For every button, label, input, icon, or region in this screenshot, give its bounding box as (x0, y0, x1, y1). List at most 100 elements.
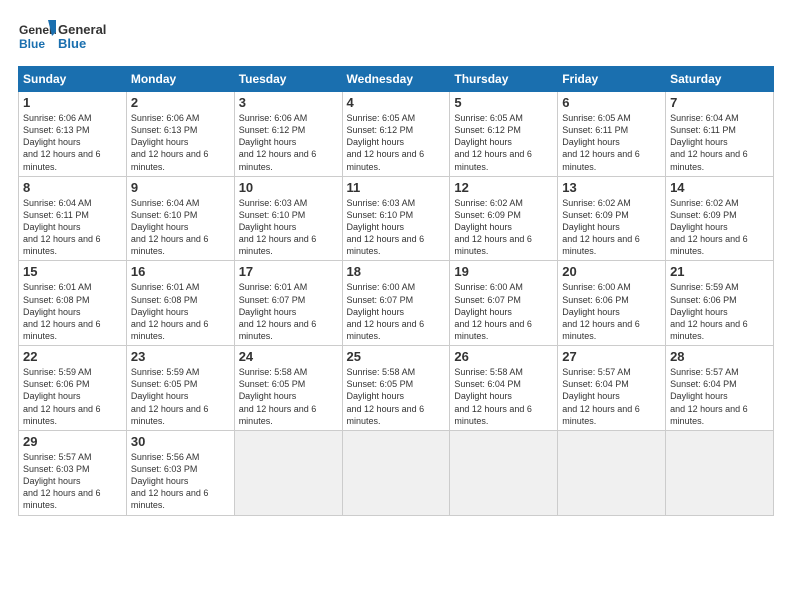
day-number: 10 (239, 180, 338, 195)
cell-info: Sunrise: 6:05 AMSunset: 6:12 PMDaylight … (347, 112, 446, 173)
day-number: 6 (562, 95, 661, 110)
calendar-cell: 5 Sunrise: 6:05 AMSunset: 6:12 PMDayligh… (450, 92, 558, 177)
cell-info: Sunrise: 6:05 AMSunset: 6:12 PMDaylight … (454, 112, 553, 173)
logo-general-text: General (58, 23, 106, 37)
day-number: 28 (670, 349, 769, 364)
cell-info: Sunrise: 6:00 AMSunset: 6:06 PMDaylight … (562, 281, 661, 342)
day-number: 22 (23, 349, 122, 364)
day-number: 27 (562, 349, 661, 364)
page: General Blue General Blue SundayMondayTu… (0, 0, 792, 612)
cell-info: Sunrise: 6:03 AMSunset: 6:10 PMDaylight … (239, 197, 338, 258)
calendar-cell: 19 Sunrise: 6:00 AMSunset: 6:07 PMDaylig… (450, 261, 558, 346)
calendar-cell: 2 Sunrise: 6:06 AMSunset: 6:13 PMDayligh… (126, 92, 234, 177)
day-number: 14 (670, 180, 769, 195)
calendar-cell: 10 Sunrise: 6:03 AMSunset: 6:10 PMDaylig… (234, 176, 342, 261)
day-number: 2 (131, 95, 230, 110)
logo-blue-text: Blue (58, 37, 106, 51)
logo: General Blue General Blue (18, 18, 106, 56)
header-tuesday: Tuesday (234, 67, 342, 92)
calendar-cell: 21 Sunrise: 5:59 AMSunset: 6:06 PMDaylig… (666, 261, 774, 346)
day-number: 25 (347, 349, 446, 364)
calendar-cell: 7 Sunrise: 6:04 AMSunset: 6:11 PMDayligh… (666, 92, 774, 177)
calendar-cell: 14 Sunrise: 6:02 AMSunset: 6:09 PMDaylig… (666, 176, 774, 261)
calendar-cell (450, 430, 558, 515)
cell-info: Sunrise: 5:59 AMSunset: 6:05 PMDaylight … (131, 366, 230, 427)
cell-info: Sunrise: 6:01 AMSunset: 6:08 PMDaylight … (23, 281, 122, 342)
day-number: 21 (670, 264, 769, 279)
day-number: 20 (562, 264, 661, 279)
cell-info: Sunrise: 5:57 AMSunset: 6:04 PMDaylight … (562, 366, 661, 427)
calendar-cell: 28 Sunrise: 5:57 AMSunset: 6:04 PMDaylig… (666, 346, 774, 431)
day-number: 18 (347, 264, 446, 279)
calendar-cell: 24 Sunrise: 5:58 AMSunset: 6:05 PMDaylig… (234, 346, 342, 431)
calendar-cell (666, 430, 774, 515)
cell-info: Sunrise: 6:01 AMSunset: 6:08 PMDaylight … (131, 281, 230, 342)
calendar-cell (342, 430, 450, 515)
calendar-cell: 6 Sunrise: 6:05 AMSunset: 6:11 PMDayligh… (558, 92, 666, 177)
cell-info: Sunrise: 6:00 AMSunset: 6:07 PMDaylight … (347, 281, 446, 342)
day-number: 4 (347, 95, 446, 110)
logo-svg: General Blue (18, 18, 56, 56)
calendar-cell: 26 Sunrise: 5:58 AMSunset: 6:04 PMDaylig… (450, 346, 558, 431)
calendar-cell: 4 Sunrise: 6:05 AMSunset: 6:12 PMDayligh… (342, 92, 450, 177)
calendar-cell: 8 Sunrise: 6:04 AMSunset: 6:11 PMDayligh… (19, 176, 127, 261)
cell-info: Sunrise: 5:57 AMSunset: 6:04 PMDaylight … (670, 366, 769, 427)
cell-info: Sunrise: 5:59 AMSunset: 6:06 PMDaylight … (670, 281, 769, 342)
calendar-cell: 20 Sunrise: 6:00 AMSunset: 6:06 PMDaylig… (558, 261, 666, 346)
day-number: 5 (454, 95, 553, 110)
calendar-cell: 13 Sunrise: 6:02 AMSunset: 6:09 PMDaylig… (558, 176, 666, 261)
cell-info: Sunrise: 6:00 AMSunset: 6:07 PMDaylight … (454, 281, 553, 342)
calendar-cell (558, 430, 666, 515)
cell-info: Sunrise: 6:01 AMSunset: 6:07 PMDaylight … (239, 281, 338, 342)
week-row-2: 8 Sunrise: 6:04 AMSunset: 6:11 PMDayligh… (19, 176, 774, 261)
header-sunday: Sunday (19, 67, 127, 92)
calendar-cell: 16 Sunrise: 6:01 AMSunset: 6:08 PMDaylig… (126, 261, 234, 346)
calendar-table: SundayMondayTuesdayWednesdayThursdayFrid… (18, 66, 774, 516)
day-number: 17 (239, 264, 338, 279)
header-friday: Friday (558, 67, 666, 92)
calendar-cell: 1 Sunrise: 6:06 AMSunset: 6:13 PMDayligh… (19, 92, 127, 177)
week-row-1: 1 Sunrise: 6:06 AMSunset: 6:13 PMDayligh… (19, 92, 774, 177)
week-row-5: 29 Sunrise: 5:57 AMSunset: 6:03 PMDaylig… (19, 430, 774, 515)
calendar-cell: 11 Sunrise: 6:03 AMSunset: 6:10 PMDaylig… (342, 176, 450, 261)
day-number: 12 (454, 180, 553, 195)
calendar-cell: 17 Sunrise: 6:01 AMSunset: 6:07 PMDaylig… (234, 261, 342, 346)
cell-info: Sunrise: 6:05 AMSunset: 6:11 PMDaylight … (562, 112, 661, 173)
cell-info: Sunrise: 6:02 AMSunset: 6:09 PMDaylight … (562, 197, 661, 258)
cell-info: Sunrise: 6:06 AMSunset: 6:13 PMDaylight … (131, 112, 230, 173)
cell-info: Sunrise: 6:06 AMSunset: 6:12 PMDaylight … (239, 112, 338, 173)
cell-info: Sunrise: 6:02 AMSunset: 6:09 PMDaylight … (670, 197, 769, 258)
header-monday: Monday (126, 67, 234, 92)
day-number: 1 (23, 95, 122, 110)
cell-info: Sunrise: 6:04 AMSunset: 6:10 PMDaylight … (131, 197, 230, 258)
day-number: 13 (562, 180, 661, 195)
cell-info: Sunrise: 5:58 AMSunset: 6:05 PMDaylight … (239, 366, 338, 427)
day-number: 11 (347, 180, 446, 195)
calendar-cell: 25 Sunrise: 5:58 AMSunset: 6:05 PMDaylig… (342, 346, 450, 431)
cell-info: Sunrise: 5:58 AMSunset: 6:04 PMDaylight … (454, 366, 553, 427)
day-number: 9 (131, 180, 230, 195)
calendar-cell: 29 Sunrise: 5:57 AMSunset: 6:03 PMDaylig… (19, 430, 127, 515)
week-row-4: 22 Sunrise: 5:59 AMSunset: 6:06 PMDaylig… (19, 346, 774, 431)
cell-info: Sunrise: 6:04 AMSunset: 6:11 PMDaylight … (670, 112, 769, 173)
day-number: 15 (23, 264, 122, 279)
cell-info: Sunrise: 5:59 AMSunset: 6:06 PMDaylight … (23, 366, 122, 427)
calendar-cell: 12 Sunrise: 6:02 AMSunset: 6:09 PMDaylig… (450, 176, 558, 261)
calendar-cell: 18 Sunrise: 6:00 AMSunset: 6:07 PMDaylig… (342, 261, 450, 346)
cell-info: Sunrise: 5:57 AMSunset: 6:03 PMDaylight … (23, 451, 122, 512)
calendar-cell (234, 430, 342, 515)
day-number: 16 (131, 264, 230, 279)
header-saturday: Saturday (666, 67, 774, 92)
calendar-cell: 27 Sunrise: 5:57 AMSunset: 6:04 PMDaylig… (558, 346, 666, 431)
calendar-cell: 22 Sunrise: 5:59 AMSunset: 6:06 PMDaylig… (19, 346, 127, 431)
svg-text:Blue: Blue (19, 37, 45, 51)
header-wednesday: Wednesday (342, 67, 450, 92)
calendar-cell: 23 Sunrise: 5:59 AMSunset: 6:05 PMDaylig… (126, 346, 234, 431)
day-number: 23 (131, 349, 230, 364)
day-number: 7 (670, 95, 769, 110)
cell-info: Sunrise: 5:56 AMSunset: 6:03 PMDaylight … (131, 451, 230, 512)
day-number: 19 (454, 264, 553, 279)
cell-info: Sunrise: 5:58 AMSunset: 6:05 PMDaylight … (347, 366, 446, 427)
day-number: 3 (239, 95, 338, 110)
calendar-cell: 30 Sunrise: 5:56 AMSunset: 6:03 PMDaylig… (126, 430, 234, 515)
